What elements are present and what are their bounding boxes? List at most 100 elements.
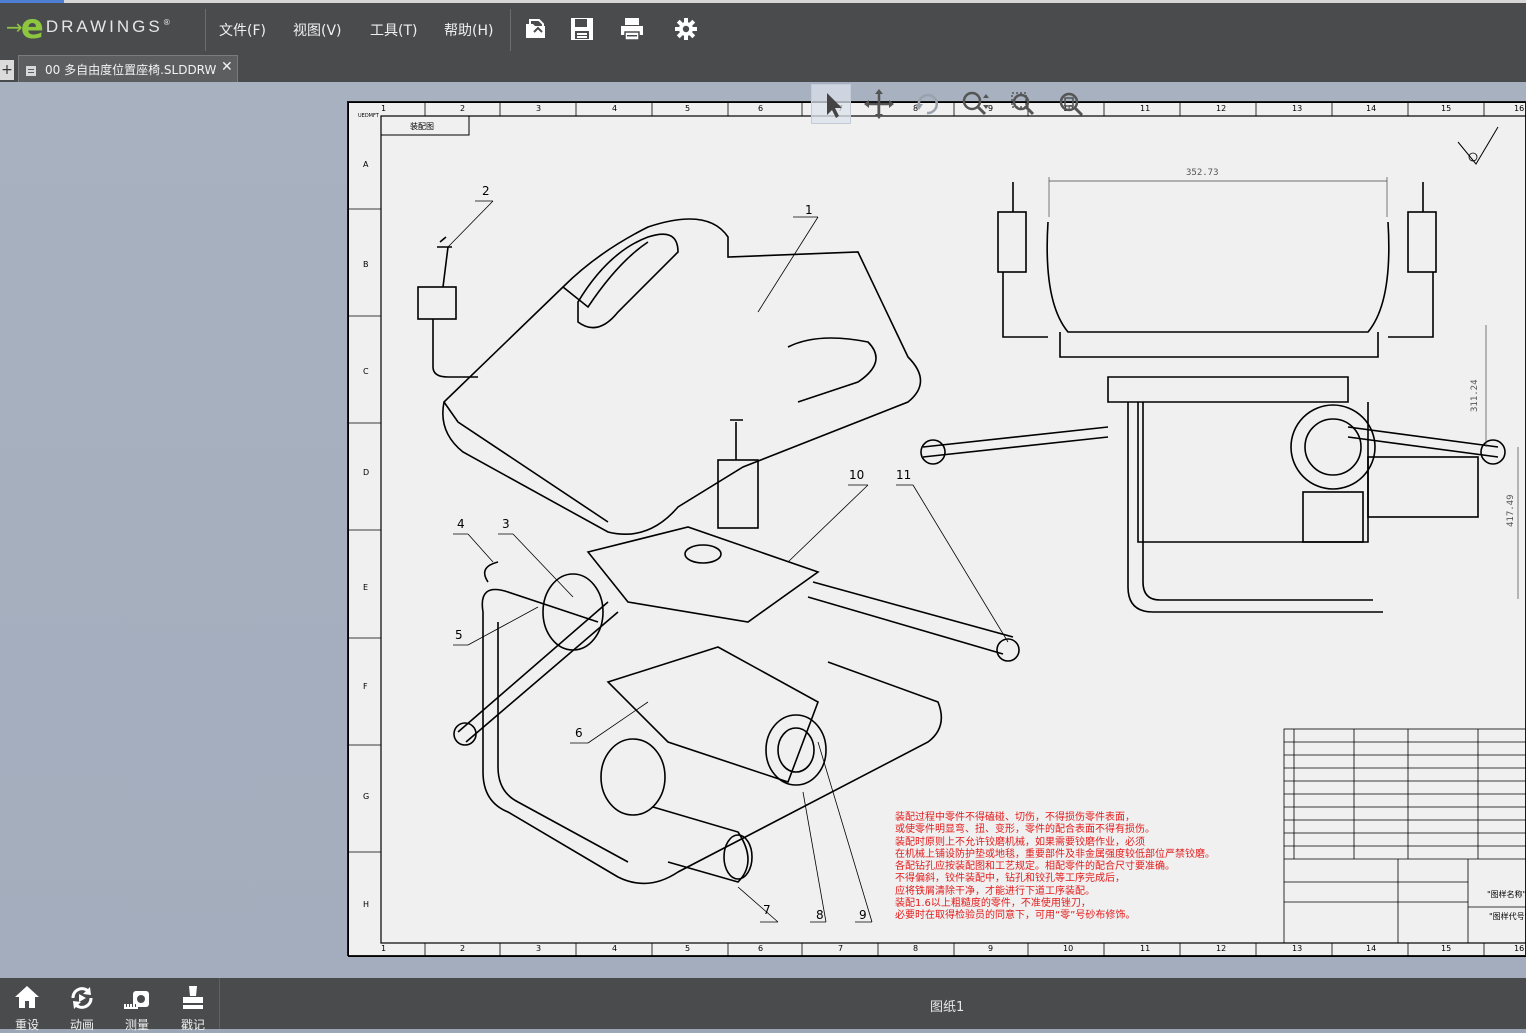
column-number: 13 [1292, 944, 1302, 953]
column-number: 2 [460, 104, 465, 113]
save-icon[interactable] [569, 16, 595, 42]
select-arrow-icon[interactable] [811, 84, 851, 124]
edrawings-logo: → e DRAWINGS ® [6, 10, 171, 44]
logo-registered: ® [163, 18, 171, 27]
sheet-corner-label: UEDMFT [358, 113, 379, 119]
close-icon[interactable]: ✕ [221, 59, 233, 75]
dimension-width: 352.73 [1186, 168, 1219, 178]
column-number: 16 [1514, 944, 1524, 953]
measure-icon [123, 986, 151, 1016]
menu-tools[interactable]: 工具(T) [370, 20, 417, 40]
column-number: 5 [685, 944, 690, 953]
column-number: 1 [381, 944, 386, 953]
technical-notes: 装配过程中零件不得磕碰、切伤，不得损伤零件表面， 或使零件明显弯、扭、变形，零件… [895, 812, 1215, 923]
note-line: 或使零件明显弯、扭、变形，零件的配合表面不得有损伤。 [895, 824, 1215, 836]
rotate-icon[interactable] [907, 84, 947, 124]
zoom-icon[interactable] [955, 84, 995, 124]
column-number: 14 [1366, 104, 1376, 113]
balloon-label: 11 [896, 468, 911, 482]
pan-icon[interactable] [859, 84, 899, 124]
animate-label: 动画 [57, 1016, 107, 1033]
row-letter: D [363, 468, 369, 477]
row-letter: A [363, 160, 368, 169]
open-folder-icon[interactable] [523, 16, 549, 42]
menu-view[interactable]: 视图(V) [293, 20, 342, 40]
balloon-label: 8 [816, 908, 824, 922]
animate-icon [68, 984, 96, 1016]
note-line: 必要时在取得检验员的同意下，可用“零”号砂布修饰。 [895, 910, 1215, 922]
column-number: 2 [460, 944, 465, 953]
column-number: 5 [685, 104, 690, 113]
document-tab[interactable]: 00 多自由度位置座椅.SLDDRW ✕ [18, 55, 238, 82]
column-number: 14 [1366, 944, 1376, 953]
home-icon [14, 984, 40, 1014]
stamp-button[interactable]: 戳记 [168, 982, 218, 1028]
row-letter: G [363, 792, 369, 801]
logo-word: DRAWINGS [46, 17, 163, 37]
column-number: 9 [988, 944, 993, 953]
balloon-label: 3 [502, 517, 510, 531]
note-line: 在机械上铺设防护垫或地毯，重要部件及非金属强度较低部位严禁铰磨。 [895, 849, 1215, 861]
title-block-number: "图样代号" [1489, 911, 1526, 922]
title-strip [64, 0, 1526, 3]
accent-strip [0, 0, 64, 3]
row-letter: B [363, 260, 369, 269]
column-number: 7 [838, 944, 843, 953]
column-number: 4 [612, 944, 617, 953]
bottom-toolbar [0, 978, 1526, 1029]
note-line: 装配时原则上不允许铰磨机械，如果需要铰磨作业，必须 [895, 837, 1215, 849]
balloon-label: 7 [763, 903, 771, 917]
column-number: 4 [612, 104, 617, 113]
column-number: 11 [1140, 944, 1150, 953]
menu-file[interactable]: 文件(F) [219, 20, 266, 40]
logo-letter: e [21, 10, 44, 44]
column-number: 6 [758, 104, 763, 113]
column-number: 3 [536, 944, 541, 953]
column-number: 13 [1292, 104, 1302, 113]
zoom-to-area-icon[interactable] [1003, 84, 1043, 124]
row-letter: C [363, 367, 369, 376]
row-letter: E [363, 583, 368, 592]
title-block-name: "图样名称" [1487, 889, 1526, 900]
balloon-label: 4 [457, 517, 465, 531]
stamp-icon [180, 984, 206, 1016]
note-line: 各配钻孔应按装配图和工艺规定。相配零件的配合尺寸要准确。 [895, 861, 1215, 873]
menu-help[interactable]: 帮助(H) [444, 20, 493, 40]
row-letter: F [363, 682, 368, 691]
column-number: 12 [1216, 104, 1226, 113]
separator [205, 9, 206, 51]
stamp-label: 戳记 [168, 1016, 218, 1033]
sheet-small-title: 装配图 [410, 121, 434, 132]
column-number: 12 [1216, 944, 1226, 953]
column-number: 6 [758, 944, 763, 953]
column-number: 8 [913, 944, 918, 953]
separator [510, 9, 511, 51]
column-number: 10 [1063, 944, 1073, 953]
note-line: 不得偏斜，铰件装配中，钻孔和铰孔等工序完成后， [895, 873, 1215, 885]
note-line: 装配过程中零件不得磕碰、切伤，不得损伤零件表面， [895, 812, 1215, 824]
balloon-label: 10 [849, 468, 864, 482]
column-number: 15 [1441, 944, 1451, 953]
measure-label: 测量 [112, 1016, 162, 1033]
add-tab-button[interactable]: + [0, 60, 14, 80]
measure-button[interactable]: 测量 [112, 982, 162, 1028]
column-number: 15 [1441, 104, 1451, 113]
balloon-label: 5 [455, 628, 463, 642]
balloon-label: 9 [859, 908, 867, 922]
document-tab-label: 00 多自由度位置座椅.SLDDRW [45, 61, 216, 78]
reset-label: 重设 [2, 1016, 52, 1033]
reset-button[interactable]: 重设 [2, 982, 52, 1028]
balloon-label: 6 [575, 726, 583, 740]
zoom-to-fit-icon[interactable] [1051, 84, 1091, 124]
balloon-label: 2 [482, 184, 490, 198]
settings-gear-icon[interactable] [673, 16, 699, 42]
document-icon [25, 62, 37, 74]
sheet-tab[interactable]: 图纸1 [930, 996, 964, 1015]
column-number: 3 [536, 104, 541, 113]
animate-button[interactable]: 动画 [57, 982, 107, 1028]
dimension-height-b: 417.49 [1506, 494, 1516, 527]
column-number: 16 [1514, 104, 1524, 113]
print-icon[interactable] [619, 16, 645, 42]
separator [219, 978, 220, 1029]
note-line: 装配1.6以上粗糙度的零件，不准使用锉刀， [895, 898, 1215, 910]
